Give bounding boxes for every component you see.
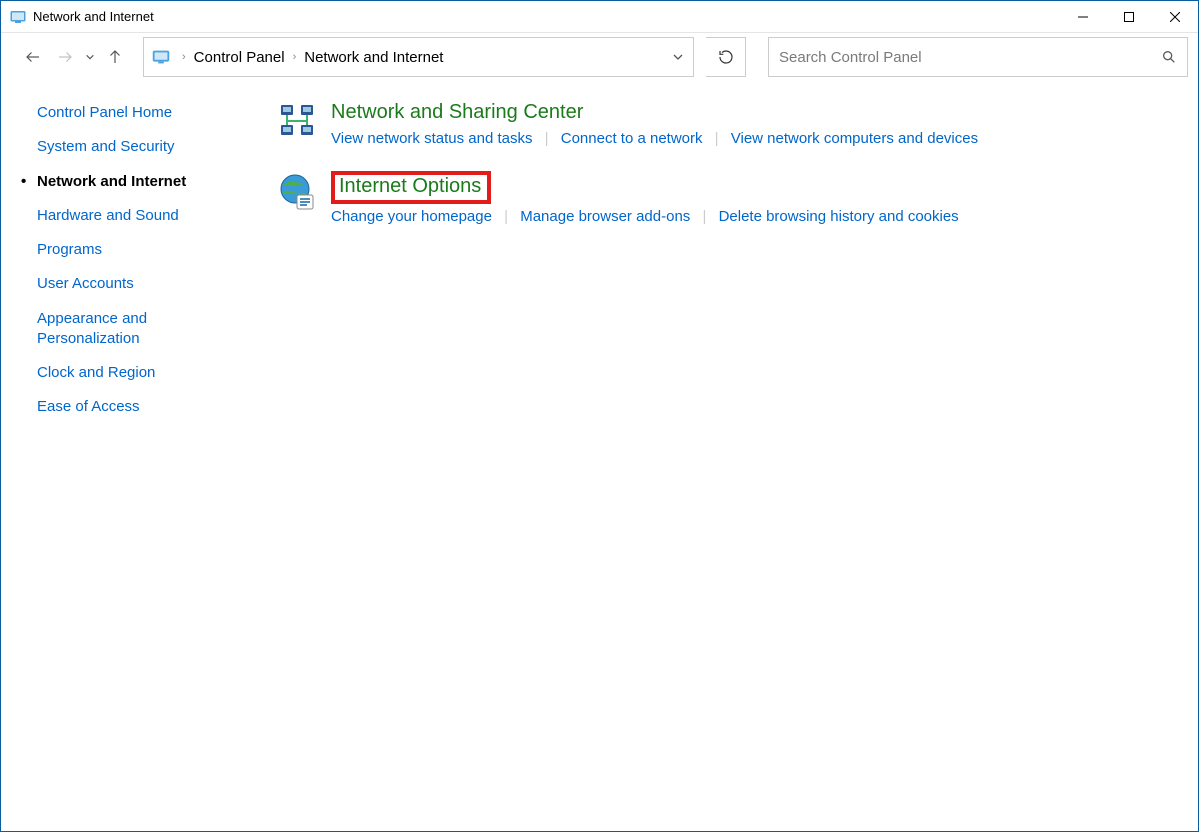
control-panel-path-icon (150, 46, 172, 68)
category-network-sharing-center: Network and Sharing Center View network … (277, 101, 1178, 147)
search-icon[interactable] (1161, 49, 1177, 65)
sidebar-item-ease-of-access[interactable]: Ease of Access (37, 397, 243, 417)
search-input[interactable] (779, 49, 1161, 66)
link-change-homepage[interactable]: Change your homepage (331, 208, 492, 225)
sidebar-item-programs[interactable]: Programs (37, 240, 243, 260)
back-button[interactable] (19, 43, 47, 71)
address-history-dropdown[interactable] (663, 38, 693, 76)
sidebar-item-clock-and-region[interactable]: Clock and Region (37, 363, 243, 383)
category-title-internet-options[interactable]: Internet Options (339, 175, 481, 198)
network-sharing-center-icon (277, 101, 317, 141)
category-links-network-sharing: View network status and tasks | Connect … (331, 130, 978, 147)
category-internet-options: Internet Options Change your homepage | … (277, 171, 1178, 225)
internet-options-icon (277, 171, 317, 211)
recent-locations-button[interactable] (83, 43, 97, 71)
close-button[interactable] (1152, 1, 1198, 33)
sidebar-item-user-accounts[interactable]: User Accounts (37, 274, 243, 294)
refresh-button[interactable] (706, 37, 746, 77)
sidebar-item-system-and-security[interactable]: System and Security (37, 137, 243, 157)
maximize-button[interactable] (1106, 1, 1152, 33)
sidebar: Control Panel Home System and Security N… (1, 81, 257, 831)
main-panel: Network and Sharing Center View network … (257, 81, 1198, 831)
titlebar: Network and Internet (1, 1, 1198, 33)
breadcrumb-control-panel[interactable]: Control Panel (192, 47, 287, 68)
control-panel-icon (9, 8, 27, 26)
category-title-network-sharing-center[interactable]: Network and Sharing Center (331, 101, 583, 124)
category-links-internet-options: Change your homepage | Manage browser ad… (331, 208, 959, 225)
sidebar-item-hardware-and-sound[interactable]: Hardware and Sound (37, 206, 243, 226)
sidebar-item-appearance-and-personalization[interactable]: Appearance and Personalization (37, 309, 243, 350)
sidebar-item-control-panel-home[interactable]: Control Panel Home (37, 103, 243, 123)
link-connect-to-network[interactable]: Connect to a network (561, 130, 703, 147)
highlight-internet-options: Internet Options (331, 171, 491, 204)
breadcrumb-sep-icon[interactable]: › (176, 51, 192, 63)
breadcrumb-network-and-internet[interactable]: Network and Internet (302, 47, 445, 68)
search-box[interactable] (768, 37, 1188, 77)
link-manage-addons[interactable]: Manage browser add-ons (520, 208, 690, 225)
address-bar[interactable]: › Control Panel › Network and Internet (143, 37, 694, 77)
link-view-network-status[interactable]: View network status and tasks (331, 130, 533, 147)
window-title: Network and Internet (33, 9, 154, 24)
breadcrumb-sep-icon[interactable]: › (287, 51, 303, 63)
nav-row: › Control Panel › Network and Internet (1, 33, 1198, 81)
sidebar-item-network-and-internet[interactable]: Network and Internet (37, 172, 243, 192)
minimize-button[interactable] (1060, 1, 1106, 33)
link-delete-browsing-history[interactable]: Delete browsing history and cookies (719, 208, 959, 225)
content-area: Control Panel Home System and Security N… (1, 81, 1198, 831)
link-view-network-computers[interactable]: View network computers and devices (731, 130, 978, 147)
forward-button[interactable] (51, 43, 79, 71)
up-button[interactable] (101, 43, 129, 71)
